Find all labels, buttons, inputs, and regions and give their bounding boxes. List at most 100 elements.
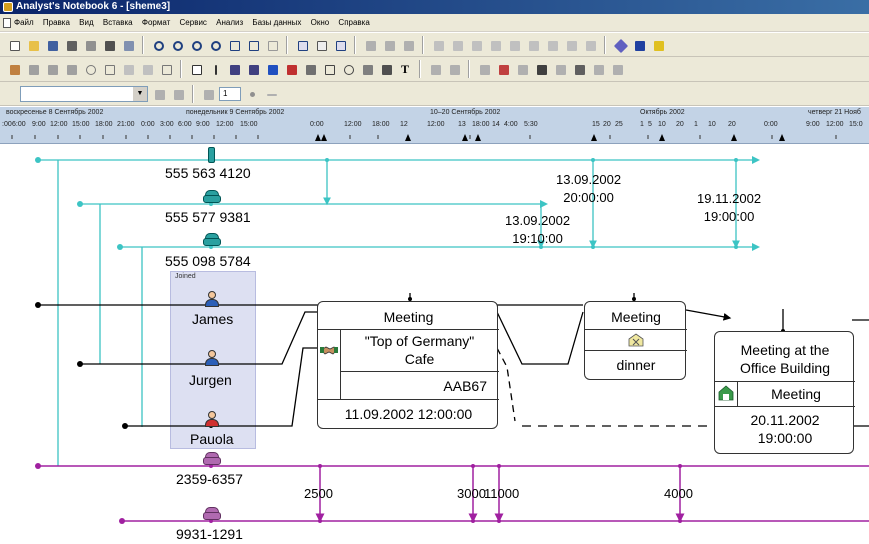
zoom-fit-icon[interactable] xyxy=(207,37,223,53)
timeline-icon[interactable] xyxy=(139,61,155,77)
font-color-icon[interactable] xyxy=(283,61,299,77)
sort-icon[interactable] xyxy=(552,61,568,77)
play-back-icon[interactable] xyxy=(590,61,606,77)
snap-icon[interactable] xyxy=(200,86,216,102)
tag-icon[interactable] xyxy=(612,37,629,53)
help-pointer-icon[interactable] xyxy=(631,37,647,53)
chevron-down-icon[interactable]: ▼ xyxy=(133,86,147,101)
time-tick-label: 9:00 xyxy=(196,121,210,128)
menu-format[interactable]: Формат xyxy=(142,18,170,27)
time-ruler[interactable]: воскресенье 8 Сентябрь 2002 понедельник … xyxy=(0,107,869,144)
layout-icon[interactable] xyxy=(294,37,310,53)
menu-window[interactable]: Окно xyxy=(311,18,330,27)
group-icon[interactable] xyxy=(563,37,579,53)
event-frame-icon[interactable] xyxy=(63,61,79,77)
align-left-icon[interactable] xyxy=(430,37,446,53)
align-right-icon[interactable] xyxy=(468,37,484,53)
draw-line-icon[interactable] xyxy=(226,61,242,77)
cut-icon[interactable] xyxy=(476,61,492,77)
phone-icon[interactable] xyxy=(203,452,221,466)
entity-icon[interactable] xyxy=(6,61,22,77)
print-setup-icon[interactable] xyxy=(63,37,79,53)
table-2-icon[interactable] xyxy=(446,61,462,77)
phone-icon[interactable] xyxy=(203,233,221,247)
time-tick-label: 12:00 xyxy=(826,121,844,128)
transaction-amount: 4000 xyxy=(664,486,693,501)
align-bottom-icon[interactable] xyxy=(506,37,522,53)
document-icon[interactable] xyxy=(3,18,11,28)
zoom-window-icon[interactable] xyxy=(188,37,204,53)
chart-canvas[interactable]: Joined 555 563 4120 555 577 9381 555 098… xyxy=(0,145,869,544)
menu-file[interactable]: Файл xyxy=(14,18,34,27)
line-color-icon[interactable] xyxy=(264,61,280,77)
zoom-level-combo[interactable]: 1 xyxy=(219,86,241,101)
frame-icon[interactable] xyxy=(332,37,348,53)
theme-icon[interactable] xyxy=(44,61,60,77)
menu-help[interactable]: Справка xyxy=(338,18,369,27)
ungroup-icon[interactable] xyxy=(582,37,598,53)
phone-icon[interactable] xyxy=(203,190,221,204)
zoom-out-icon[interactable] xyxy=(169,37,185,53)
binoculars-icon[interactable] xyxy=(533,61,549,77)
arrange-3-icon[interactable] xyxy=(400,37,416,53)
pan-icon[interactable] xyxy=(264,37,280,53)
menu-insert[interactable]: Вставка xyxy=(103,18,133,27)
grid-icon[interactable] xyxy=(313,37,329,53)
copy-format-icon[interactable] xyxy=(525,37,541,53)
open-folder-icon[interactable] xyxy=(25,37,41,53)
arrow-style-icon[interactable] xyxy=(340,61,356,77)
zoom-in-icon[interactable] xyxy=(150,37,166,53)
text-box-icon[interactable] xyxy=(158,61,174,77)
event-meeting-dinner[interactable]: Meeting dinner xyxy=(584,301,687,380)
fill-icon[interactable] xyxy=(359,61,375,77)
select-icon[interactable] xyxy=(245,37,261,53)
save-icon[interactable] xyxy=(44,37,60,53)
style-icon[interactable] xyxy=(151,86,167,102)
event-meeting-cafe[interactable]: Meeting "Top of Germany" Cafe AAB67 11.0… xyxy=(317,301,499,429)
font-combo[interactable]: ▼ xyxy=(20,85,148,102)
menu-analysis[interactable]: Анализ xyxy=(216,18,243,27)
print-preview-icon[interactable] xyxy=(82,37,98,53)
menu-databases[interactable]: Базы данных xyxy=(252,18,301,27)
paste-format-icon[interactable] xyxy=(544,37,560,53)
mobile-phone-icon[interactable] xyxy=(208,147,215,163)
person-icon[interactable] xyxy=(205,350,219,366)
align-center-icon[interactable] xyxy=(449,37,465,53)
box-icon[interactable] xyxy=(101,61,117,77)
time-tick-label: 12:00 xyxy=(50,121,68,128)
person-icon[interactable] xyxy=(205,291,219,307)
style-2-icon[interactable] xyxy=(170,86,186,102)
frame-style-icon[interactable] xyxy=(378,61,394,77)
table-icon[interactable] xyxy=(427,61,443,77)
menu-tools[interactable]: Сервис xyxy=(180,18,207,27)
align-top-icon[interactable] xyxy=(487,37,503,53)
link-select-icon[interactable] xyxy=(514,61,530,77)
pointer-icon[interactable] xyxy=(188,61,204,77)
delete-icon[interactable] xyxy=(495,61,511,77)
menu-view[interactable]: Вид xyxy=(79,18,93,27)
arrow-right-icon[interactable] xyxy=(263,86,279,102)
event-meeting-office[interactable]: Meeting at the Office Building Meeting 2… xyxy=(714,331,855,454)
text-tool-icon[interactable]: T xyxy=(397,62,413,77)
menu-edit[interactable]: Правка xyxy=(43,18,70,27)
arrange-icon[interactable] xyxy=(362,37,378,53)
pen-icon[interactable] xyxy=(245,61,261,77)
phone-icon[interactable] xyxy=(203,507,221,521)
new-file-icon[interactable] xyxy=(6,37,22,53)
line-style-icon[interactable] xyxy=(302,61,318,77)
time-tick-label: 14 xyxy=(492,121,500,128)
label-icon[interactable] xyxy=(120,61,136,77)
female-person-icon[interactable] xyxy=(205,411,219,427)
print-icon[interactable] xyxy=(101,37,117,53)
fit-chart-icon[interactable] xyxy=(226,37,242,53)
dot-icon[interactable] xyxy=(244,86,260,102)
shape-icon[interactable] xyxy=(321,61,337,77)
circle-icon[interactable] xyxy=(82,61,98,77)
help-icon[interactable] xyxy=(650,37,666,53)
play-forward-icon[interactable] xyxy=(609,61,625,77)
crosshair-icon[interactable] xyxy=(207,61,223,77)
network-icon[interactable] xyxy=(571,61,587,77)
link-icon[interactable] xyxy=(25,61,41,77)
arrange-2-icon[interactable] xyxy=(381,37,397,53)
properties-icon[interactable] xyxy=(120,37,136,53)
